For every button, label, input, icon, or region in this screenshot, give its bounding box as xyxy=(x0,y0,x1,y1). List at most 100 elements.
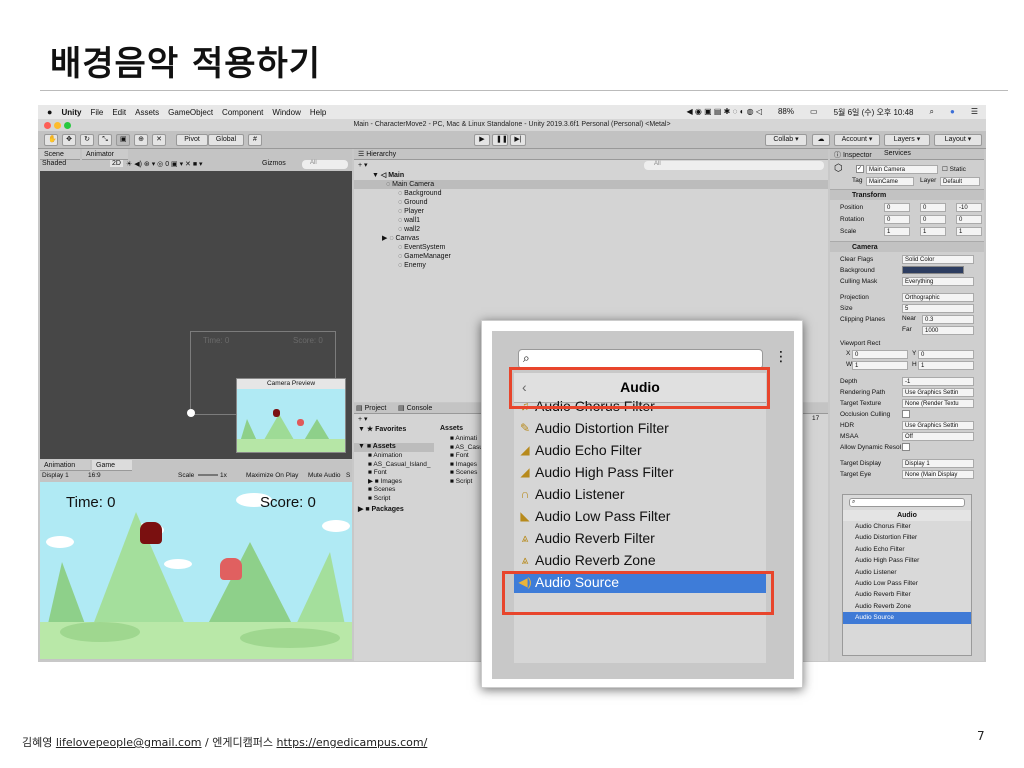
file-item[interactable]: ■ Scenes xyxy=(450,469,483,478)
tab-inspector[interactable]: ⓘ Inspector xyxy=(834,150,872,160)
rect-tool-icon[interactable]: ▣ xyxy=(116,134,130,146)
file-item[interactable]: ■ Animati xyxy=(450,435,483,444)
tab-console[interactable]: ▤ Console xyxy=(398,404,432,412)
cloud-icon[interactable]: ☁ xyxy=(812,134,830,146)
assets-folder[interactable]: ▼ ■ Assets xyxy=(354,443,434,452)
mini-menu-item[interactable]: Audio High Pass Filter xyxy=(843,555,971,566)
rotation-x-field[interactable]: 0 xyxy=(884,215,910,224)
target-display-dropdown[interactable]: Display 1 xyxy=(902,459,974,468)
menu-item-audio-echo-filter[interactable]: ◢ Audio Echo Filter xyxy=(514,439,766,461)
hdr-dropdown[interactable]: Use Graphics Settin xyxy=(902,421,974,430)
rotation-z-field[interactable]: 0 xyxy=(956,215,982,224)
pause-button[interactable]: ❚❚ xyxy=(492,134,508,146)
viewport-x-field[interactable]: 0 xyxy=(852,350,908,359)
active-checkbox[interactable]: ✓ xyxy=(856,165,864,173)
hierarchy-item-enemy[interactable]: ◌ Enemy xyxy=(398,261,426,270)
transform-tool-icon[interactable]: ⊕ xyxy=(134,134,148,146)
menu-window[interactable]: Window xyxy=(272,108,300,117)
menu-item-audio-distortion-filter[interactable]: ✎ Audio Distortion Filter xyxy=(514,417,766,439)
tab-animator[interactable]: Animator xyxy=(82,149,128,160)
siri-icon[interactable]: ● xyxy=(950,107,955,118)
hierarchy-item-canvas[interactable]: ▶ ◌ Canvas xyxy=(382,234,419,243)
snap-icon[interactable]: # xyxy=(248,134,262,146)
gizmos-dropdown[interactable]: Gizmos xyxy=(262,160,286,167)
mini-menu-item[interactable]: Audio Reverb Filter xyxy=(843,589,971,600)
near-field[interactable]: 0.3 xyxy=(922,315,974,324)
hierarchy-item-wall2[interactable]: ◌ wall2 xyxy=(398,225,420,234)
menu-item-audio-listener[interactable]: ∩ Audio Listener xyxy=(514,483,766,505)
tree-item[interactable]: ■ Scenes xyxy=(368,486,430,495)
hierarchy-item-eventsystem[interactable]: ◌ EventSystem xyxy=(398,243,445,252)
file-item[interactable]: ■ Script xyxy=(450,478,483,487)
project-create-button[interactable]: + ▾ xyxy=(358,415,368,423)
layer-dropdown[interactable]: Default xyxy=(940,177,980,186)
move-tool-icon[interactable]: ✥ xyxy=(62,134,76,146)
menu-item-audio-reverb-zone[interactable]: ⩓ Audio Reverb Zone xyxy=(514,549,766,571)
account-dropdown[interactable]: Account ▾ xyxy=(834,134,880,146)
tag-dropdown[interactable]: MainCame xyxy=(866,177,914,186)
menu-item-audio-high-pass-filter[interactable]: ◢ Audio High Pass Filter xyxy=(514,461,766,483)
file-item[interactable]: ■ Images xyxy=(450,461,483,470)
size-field[interactable]: 5 xyxy=(902,304,974,313)
display-dropdown[interactable]: Display 1 xyxy=(42,472,69,479)
menu-assets[interactable]: Assets xyxy=(135,108,159,117)
tree-item[interactable]: ■ Script xyxy=(368,495,430,504)
viewport-h-field[interactable]: 1 xyxy=(918,361,974,370)
mini-menu-item[interactable]: Audio Echo Filter xyxy=(843,544,971,555)
far-field[interactable]: 1000 xyxy=(922,326,974,335)
custom-tool-icon[interactable]: ✕ xyxy=(152,134,166,146)
footer-email-link[interactable]: lifelovepeople@gmail.com xyxy=(56,736,202,749)
mini-menu-item-audio-source[interactable]: Audio Source xyxy=(843,612,971,624)
tab-project[interactable]: ▤ Project xyxy=(356,404,386,412)
target-eye-dropdown[interactable]: None (Main Display xyxy=(902,470,974,479)
play-button[interactable]: ▶ xyxy=(474,134,490,146)
position-x-field[interactable]: 0 xyxy=(884,203,910,212)
global-button[interactable]: Global xyxy=(208,134,244,146)
tab-services[interactable]: Services xyxy=(884,150,911,157)
object-name-input[interactable]: Main Camera xyxy=(866,165,938,174)
projection-dropdown[interactable]: Orthographic xyxy=(902,293,974,302)
transform-header[interactable]: Transform xyxy=(830,189,984,200)
position-y-field[interactable]: 0 xyxy=(920,203,946,212)
dynamic-res-checkbox[interactable] xyxy=(902,443,910,451)
close-button[interactable] xyxy=(44,122,51,129)
scale-z-field[interactable]: 1 xyxy=(956,227,982,236)
hierarchy-item-gamemanager[interactable]: ◌ GameManager xyxy=(398,252,451,261)
collab-button[interactable]: Collab ▾ xyxy=(765,134,807,146)
layout-dropdown[interactable]: Layout ▾ xyxy=(934,134,982,146)
camera-gizmo-icon[interactable] xyxy=(187,409,195,417)
tab-scene[interactable]: Scene xyxy=(40,149,80,160)
target-texture-field[interactable]: None (Render Textu xyxy=(902,399,974,408)
tree-item[interactable]: ■ Animation xyxy=(368,452,430,461)
menu-edit[interactable]: Edit xyxy=(112,108,126,117)
occlusion-checkbox[interactable] xyxy=(902,410,910,418)
hierarchy-item-main-camera[interactable]: ◌ Main Camera xyxy=(354,180,828,189)
viewport-w-field[interactable]: 1 xyxy=(852,361,908,370)
zoomed-search-input[interactable]: ⌕ xyxy=(518,349,763,369)
background-color-swatch[interactable] xyxy=(902,266,964,274)
msaa-dropdown[interactable]: Off xyxy=(902,432,974,441)
mini-menu-item[interactable]: Audio Distortion Filter xyxy=(843,532,971,543)
scene-tool-icons[interactable]: ☀ ◀) ⊛ ▾ ◎ 0 ▣ ▾ ✕ ■ ▾ xyxy=(126,160,203,168)
maximize-toggle[interactable]: Maximize On Play xyxy=(246,472,298,479)
packages-folder[interactable]: ▶ ■ Packages xyxy=(358,505,404,513)
file-item[interactable]: ■ AS_Casu xyxy=(450,444,483,453)
tab-hierarchy[interactable]: ☰ Hierarchy xyxy=(354,149,828,160)
position-z-field[interactable]: -10 xyxy=(956,203,982,212)
layers-dropdown[interactable]: Layers ▾ xyxy=(884,134,930,146)
scene-root[interactable]: ▼ ◁ Main xyxy=(372,171,404,180)
mini-search-input[interactable]: ⌕ xyxy=(849,498,965,507)
scale-tool-icon[interactable]: ⤡ xyxy=(98,134,112,146)
rotation-y-field[interactable]: 0 xyxy=(920,215,946,224)
tab-game[interactable]: Game xyxy=(92,460,132,471)
scale-slider[interactable] xyxy=(198,474,218,476)
control-center-icon[interactable]: ☰ xyxy=(971,107,978,118)
hierarchy-item-background[interactable]: ◌ Background xyxy=(398,189,441,198)
create-button[interactable]: + ▾ xyxy=(358,161,368,169)
tree-item[interactable]: ■ AS_Casual_Island_ xyxy=(368,461,430,470)
menu-gameobject[interactable]: GameObject xyxy=(168,108,213,117)
app-menu[interactable]: Unity xyxy=(61,108,81,117)
tree-item[interactable]: ■ Font xyxy=(368,469,430,478)
tree-item[interactable]: ▶ ■ Images xyxy=(368,478,430,487)
viewport-y-field[interactable]: 0 xyxy=(918,350,974,359)
